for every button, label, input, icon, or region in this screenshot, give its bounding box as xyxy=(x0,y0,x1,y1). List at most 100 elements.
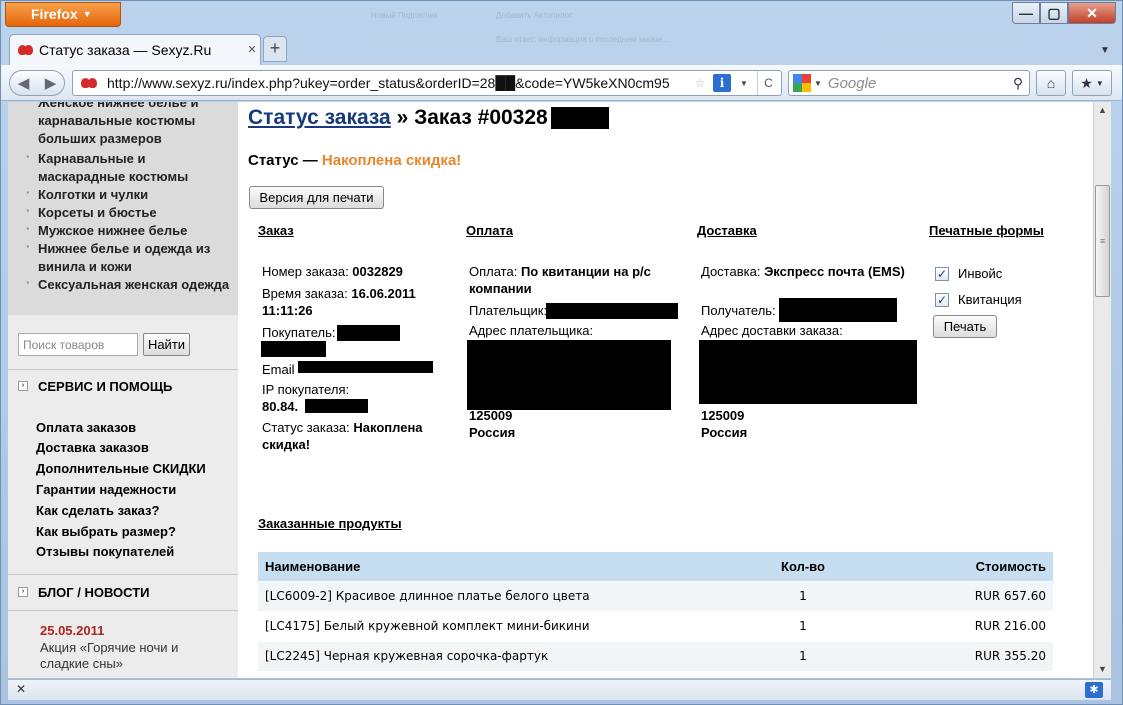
product-search-input[interactable]: Поиск товаров xyxy=(18,333,138,356)
invoice-checkbox[interactable]: ✓ Инвойс xyxy=(935,266,1002,281)
minimize-button[interactable]: — xyxy=(1012,2,1040,24)
scrollbar-thumb[interactable]: ≡ xyxy=(1095,185,1110,297)
print-button[interactable]: Печать xyxy=(933,315,997,338)
redaction xyxy=(551,107,609,129)
table-header: Наименование Кол-во Стоимость xyxy=(258,552,1053,581)
order-number-field: Номер заказа: 0032829 xyxy=(262,263,403,280)
url-bar[interactable]: http://www.sexyz.ru/index.php?ukey=order… xyxy=(72,70,782,96)
tab-order-status[interactable]: Статус заказа — Sexyz.Ru ✕ xyxy=(9,34,261,65)
order-time-label: Время заказа: xyxy=(262,286,352,301)
order-number-value: 0032829 xyxy=(352,264,403,279)
ip-value: 80.84. xyxy=(262,398,298,415)
table-row: [LC6009-2] Красивое длинное платье белог… xyxy=(258,580,1053,611)
category-link[interactable]: Женское нижнее белье и карнавальные кост… xyxy=(24,102,234,148)
redaction xyxy=(337,325,400,341)
product-search-form: Поиск товаров Найти xyxy=(18,333,190,356)
category-link[interactable]: Колготки и чулки xyxy=(24,184,234,204)
order-section-heading: Заказ xyxy=(258,223,294,238)
receipt-checkbox[interactable]: ✓ Квитанция xyxy=(935,292,1022,307)
notification-text: Добавить Автопилот xyxy=(496,11,573,20)
close-tab-icon[interactable]: ✕ xyxy=(244,42,260,58)
home-button[interactable]: ⌂ xyxy=(1036,70,1066,96)
new-tab-button[interactable]: + xyxy=(263,36,287,62)
service-section-header[interactable]: › СЕРВИС И ПОМОЩЬ xyxy=(18,371,228,401)
ip-label: IP покупателя: xyxy=(262,382,350,397)
maximize-button[interactable]: ▢ xyxy=(1040,2,1068,24)
blog-section-header[interactable]: › БЛОГ / НОВОСТИ xyxy=(18,577,228,607)
service-link-size[interactable]: Как выбрать размер? xyxy=(36,524,176,539)
service-link-delivery[interactable]: Доставка заказов xyxy=(36,440,149,455)
home-icon: ⌂ xyxy=(1046,75,1056,91)
breadcrumb-separator: » xyxy=(390,106,415,129)
order-number-title: Заказ #00328 xyxy=(414,106,548,129)
table-row: [LC4175] Белый кружевной комплект мини-б… xyxy=(258,610,1053,641)
firefox-menu-label: Firefox xyxy=(31,6,78,22)
service-link-how-to-order[interactable]: Как сделать заказ? xyxy=(36,503,159,518)
chevron-right-icon: › xyxy=(18,587,28,597)
product-qty: 1 xyxy=(753,640,853,671)
service-link-discounts[interactable]: Дополнительные СКИДКИ xyxy=(36,461,206,476)
print-version-button[interactable]: Версия для печати xyxy=(249,186,384,209)
redaction xyxy=(779,298,897,322)
tab-bar: Статус заказа — Sexyz.Ru ✕ + ▼ xyxy=(1,31,1122,65)
blog-post-link[interactable]: Акция «Горячие ночи и сладкие сны» xyxy=(40,640,220,672)
status-bar: ✕ ✱ xyxy=(8,679,1111,700)
back-arrow-icon[interactable]: ◀ xyxy=(18,74,30,92)
service-section-title: СЕРВИС И ПОМОЩЬ xyxy=(38,378,173,394)
blog-date: 25.05.2011 xyxy=(40,623,105,638)
forward-arrow-icon[interactable]: ▶ xyxy=(45,74,57,92)
category-link[interactable]: Карнавальные и маскарадные костюмы xyxy=(24,148,234,186)
divider xyxy=(8,369,238,370)
site-info-icon[interactable]: i xyxy=(713,74,731,92)
page-title: Статус заказа » Заказ #00328 xyxy=(248,106,548,130)
extension-icon[interactable]: ✱ xyxy=(1085,682,1103,698)
delivery-zip-value: 125009 xyxy=(701,408,745,423)
checkmark-icon: ✓ xyxy=(935,292,949,307)
category-link[interactable]: Сексуальная женская одежда xyxy=(24,274,234,294)
divider xyxy=(8,574,238,575)
url-text[interactable]: http://www.sexyz.ru/index.php?ukey=order… xyxy=(107,75,689,91)
tab-list-dropdown-icon[interactable]: ▼ xyxy=(1094,41,1116,61)
search-bar[interactable]: ▼ Google ⚲ xyxy=(788,70,1030,96)
search-engine-dropdown-icon[interactable]: ▼ xyxy=(814,79,822,88)
service-link-payment[interactable]: Оплата заказов xyxy=(36,420,136,435)
site-favicon-icon xyxy=(81,76,101,90)
scroll-up-icon[interactable]: ▲ xyxy=(1094,102,1111,119)
redaction xyxy=(298,361,433,373)
payer-address-label: Адрес плательщика: xyxy=(469,323,594,338)
search-placeholder[interactable]: Google xyxy=(828,75,1007,92)
search-submit-button[interactable]: Найти xyxy=(143,333,190,356)
order-number-label: Номер заказа: xyxy=(262,264,353,279)
category-link[interactable]: Нижнее белье и одежда из винила и кожи xyxy=(24,238,234,276)
bookmark-star-icon[interactable]: ☆ xyxy=(691,74,709,92)
delivery-method-value: Экспресс почта (EMS) xyxy=(764,264,905,279)
firefox-menu-button[interactable]: Firefox ▼ xyxy=(5,2,121,27)
service-link-reviews[interactable]: Отзывы покупателей xyxy=(36,544,174,559)
product-qty: 1 xyxy=(753,610,853,641)
close-addon-bar-icon[interactable]: ✕ xyxy=(16,682,26,696)
products-table: Наименование Кол-во Стоимость [LC6009-2]… xyxy=(258,552,1053,671)
search-icon[interactable]: ⚲ xyxy=(1007,75,1029,92)
category-link[interactable]: Корсеты и бюстье xyxy=(24,202,234,222)
ip-value-text: 80.84. xyxy=(262,399,299,414)
product-name[interactable]: [LC2245] Черная кружевная сорочка-фартук xyxy=(258,640,753,671)
status-value: Накоплена скидка! xyxy=(321,152,462,169)
product-name[interactable]: [LC6009-2] Красивое длинное платье белог… xyxy=(258,580,753,611)
payer-label: Плательщик: xyxy=(469,303,548,318)
url-history-dropdown-icon[interactable]: ▼ xyxy=(735,74,753,92)
service-link-guarantees[interactable]: Гарантии надежности xyxy=(36,482,176,497)
category-list: Женское нижнее белье и карнавальные кост… xyxy=(8,102,238,315)
payer-country: Россия xyxy=(469,424,515,441)
scroll-down-icon[interactable]: ▼ xyxy=(1094,661,1111,678)
order-status-link[interactable]: Статус заказа xyxy=(248,106,391,129)
close-window-button[interactable]: ✕ xyxy=(1068,2,1116,24)
product-price: RUR 355.20 xyxy=(853,640,1053,671)
delivery-address-label: Адрес доставки заказа: xyxy=(701,323,843,338)
category-link[interactable]: Мужское нижнее белье xyxy=(24,220,234,240)
chevron-down-icon: ▼ xyxy=(82,9,92,19)
bookmarks-button[interactable]: ★ ▼ xyxy=(1072,70,1112,96)
product-name[interactable]: [LC4175] Белый кружевной комплект мини-б… xyxy=(258,610,753,641)
vertical-scrollbar[interactable]: ▲ ≡ ▼ xyxy=(1093,102,1111,678)
reload-icon[interactable]: C xyxy=(757,71,779,95)
browser-window: Firefox ▼ Новый Подписчик Добавить Автопи… xyxy=(0,0,1123,705)
